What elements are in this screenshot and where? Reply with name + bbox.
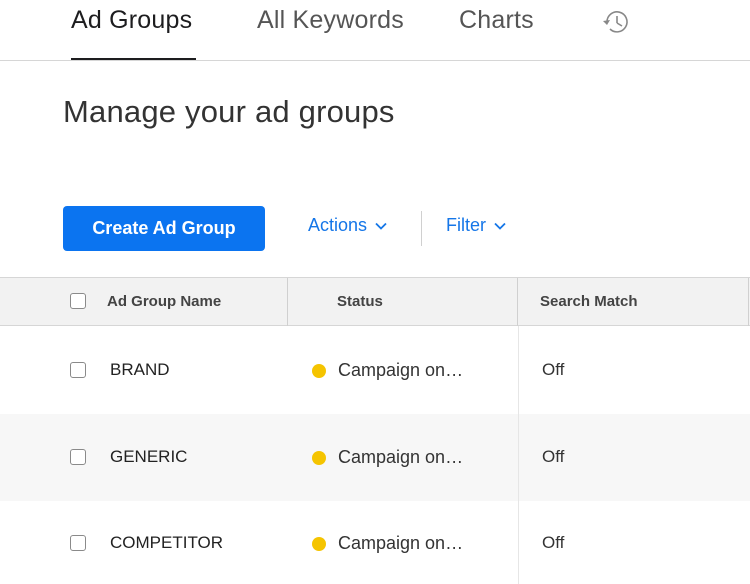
table-row[interactable]: BRAND Campaign on… Off [0, 327, 750, 414]
tab-all-keywords[interactable]: All Keywords [257, 6, 404, 35]
table-row[interactable]: COMPETITOR Campaign on… Off [0, 500, 750, 584]
status-cell: Campaign on… [312, 447, 463, 468]
status-text: Campaign on… [338, 533, 464, 553]
status-cell: Campaign on… [312, 533, 463, 554]
status-text: Campaign on… [338, 447, 464, 467]
page-title: Manage your ad groups [63, 94, 395, 129]
status-dot-icon [312, 363, 326, 378]
column-divider [518, 326, 519, 584]
column-divider [287, 278, 288, 326]
search-match-value: Off [542, 533, 565, 552]
chevron-down-icon [375, 222, 387, 230]
row-checkbox[interactable] [70, 449, 86, 465]
row-checkbox[interactable] [70, 535, 86, 551]
history-clock-icon[interactable] [600, 6, 634, 38]
filter-label: Filter [446, 215, 486, 235]
select-all-checkbox[interactable] [70, 293, 86, 309]
status-cell: Campaign on… [312, 360, 463, 381]
search-match-value: Off [542, 360, 565, 379]
ad-group-name[interactable]: COMPETITOR [110, 533, 223, 553]
active-tab-indicator [71, 58, 196, 60]
filter-dropdown[interactable]: Filter [446, 215, 506, 236]
actions-dropdown[interactable]: Actions [308, 215, 387, 236]
create-ad-group-button[interactable]: Create Ad Group [63, 206, 265, 251]
column-header-status[interactable]: Status [337, 293, 383, 310]
chevron-down-icon [494, 222, 506, 230]
column-header-search-match[interactable]: Search Match [540, 293, 638, 310]
status-dot-icon [312, 450, 326, 465]
toolbar-divider [421, 211, 422, 246]
ad-group-name[interactable]: GENERIC [110, 447, 187, 467]
column-divider [748, 278, 749, 326]
table-row[interactable]: GENERIC Campaign on… Off [0, 414, 750, 501]
row-checkbox[interactable] [70, 362, 86, 378]
actions-label: Actions [308, 215, 368, 235]
status-text: Campaign on… [338, 360, 464, 380]
column-header-ad-group-name[interactable]: Ad Group Name [107, 293, 221, 310]
table-header: Ad Group Name Status Search Match [0, 277, 750, 326]
tab-charts[interactable]: Charts [459, 6, 534, 35]
column-divider [517, 278, 518, 326]
tab-ad-groups[interactable]: Ad Groups [71, 6, 192, 35]
status-dot-icon [312, 536, 326, 551]
ad-group-name[interactable]: BRAND [110, 360, 170, 380]
search-match-value: Off [542, 447, 565, 466]
tab-bar: Ad Groups All Keywords Charts [0, 0, 750, 61]
